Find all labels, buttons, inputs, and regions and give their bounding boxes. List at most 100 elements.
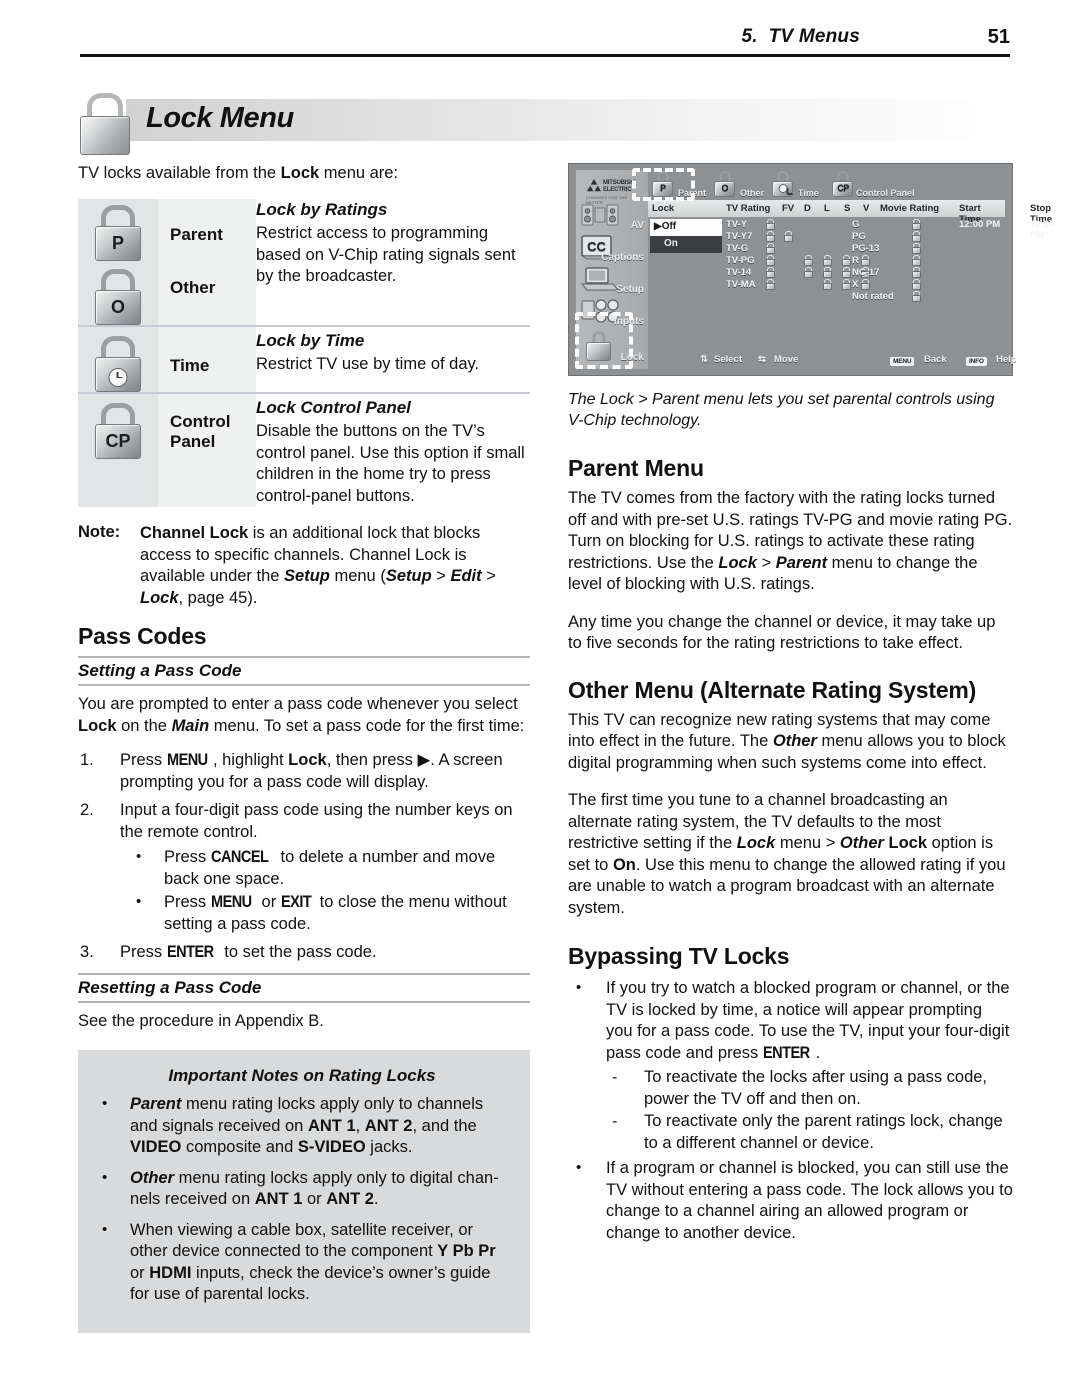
movie-lock-icon[interactable] xyxy=(912,219,921,230)
movie-lock-icon[interactable] xyxy=(912,231,921,242)
bullet-glyph: • xyxy=(102,1095,108,1112)
footer-select-label: Select xyxy=(714,354,742,365)
lock-onoff-selector[interactable]: ▶Off On xyxy=(650,219,722,253)
list-item: • When viewing a cable box, satellite re… xyxy=(90,1220,514,1306)
tab-badge: CP xyxy=(837,183,849,193)
tv-rating-row[interactable]: TV-PG xyxy=(726,255,755,266)
column-header-lock: Lock xyxy=(652,203,675,214)
sidebar-item-label: Setup xyxy=(616,284,644,295)
control-panel-lock-icon: CP xyxy=(78,394,158,459)
other-menu-heading: Other Menu (Alternate Rating System) xyxy=(568,676,977,703)
important-note-text: When viewing a cable box, satellite rece… xyxy=(130,1220,496,1304)
control-panel-lock-icon: CP xyxy=(832,171,854,197)
movie-rating-row[interactable]: PG-13 xyxy=(852,243,879,254)
tv-rating-row[interactable]: TV-G xyxy=(726,243,748,254)
step-number: 2. xyxy=(80,801,94,819)
locks-icon-cell: CP xyxy=(78,391,158,507)
stop-time-value[interactable]: 12:00 PM xyxy=(1030,219,1054,241)
movie-lock-icon[interactable] xyxy=(912,291,921,302)
d-lock-icon[interactable] xyxy=(804,255,813,266)
movie-rating-row[interactable]: X xyxy=(852,279,858,290)
movie-rating-row[interactable]: NC-17 xyxy=(852,267,879,278)
s-lock-icon[interactable] xyxy=(842,279,851,290)
lock-option-on[interactable]: On xyxy=(650,236,722,253)
l-lock-icon[interactable] xyxy=(823,267,832,278)
important-notes-box: Important Notes on Rating Locks • Parent… xyxy=(78,1050,530,1333)
column-header-s: S xyxy=(844,203,851,214)
movie-rating-row[interactable]: PG xyxy=(852,231,866,242)
parent-menu-paragraph-1: The TV comes from the factory with the r… xyxy=(568,489,1013,593)
sidebar-item-label: AV xyxy=(630,220,644,231)
time-lock-icon xyxy=(78,327,158,392)
table-row: Time Lock by Time Restrict TV use by tim… xyxy=(78,324,530,393)
sidebar-item-av[interactable]: AV xyxy=(580,202,646,232)
bullet-glyph: • xyxy=(576,979,582,996)
rating-lock-icon[interactable] xyxy=(766,279,775,290)
l-lock-icon[interactable] xyxy=(823,279,832,290)
v-lock-icon[interactable] xyxy=(861,279,870,290)
lock-desc-body: Restrict TV use by time of day. xyxy=(256,355,480,373)
other-menu-paragraph-2: The first time you tune to a channel bro… xyxy=(568,791,1006,917)
fv-lock-icon[interactable] xyxy=(784,231,793,242)
resetting-pass-code-heading: Resetting a Pass Code xyxy=(78,972,530,1003)
lock-name-other: Other xyxy=(170,277,216,297)
tv-menu-main: P Parent O Other Time CP Control Panel L… xyxy=(648,170,1054,369)
sub-step-text: Press MENU or EXIT to close the menu wit… xyxy=(164,893,507,933)
locks-name-cell: Time xyxy=(158,324,256,393)
intro-after: menu are: xyxy=(319,164,399,182)
column-header-movie-rating: Movie Rating xyxy=(880,203,940,214)
s-lock-icon[interactable] xyxy=(842,255,851,266)
footer-back-label: Back xyxy=(924,354,947,365)
dash-glyph: - xyxy=(612,1113,618,1130)
s-lock-icon[interactable] xyxy=(842,267,851,278)
d-lock-icon[interactable] xyxy=(804,267,813,278)
l-lock-icon[interactable] xyxy=(823,255,832,266)
movie-lock-icon[interactable] xyxy=(912,279,921,290)
lock-desc-body: Disable the buttons on the TV’s control … xyxy=(256,422,525,505)
bypassing-dash-1: To reactivate the locks after using a pa… xyxy=(644,1068,988,1108)
manual-page: 5. TV Menus 51 Lock Menu TV locks availa… xyxy=(0,0,1080,1397)
locks-desc-cell: Lock by Ratings Restrict access to progr… xyxy=(256,198,530,326)
lock-desc-heading: Lock by Ratings xyxy=(256,199,388,219)
v-lock-icon[interactable] xyxy=(861,255,870,266)
movie-lock-icon[interactable] xyxy=(912,255,921,266)
lock-body xyxy=(80,116,130,155)
rating-lock-icon[interactable] xyxy=(766,255,775,266)
time-lock-glyph xyxy=(95,335,141,392)
mitsubishi-triangles-icon xyxy=(587,179,601,192)
list-item: • Press MENU or EXIT to close the menu w… xyxy=(120,892,530,935)
locks-icon-cell xyxy=(78,324,158,393)
rating-lock-icon[interactable] xyxy=(766,219,775,230)
rating-lock-icon[interactable] xyxy=(766,267,775,278)
parent-menu-paragraph-2: Any time you change the channel or devic… xyxy=(568,612,996,653)
movie-rating-row[interactable]: G xyxy=(852,219,859,230)
sidebar-item-label: Captions xyxy=(601,252,644,263)
tv-rating-row[interactable]: TV-14 xyxy=(726,267,751,278)
setting-pass-code-heading: Setting a Pass Code xyxy=(78,656,530,686)
rating-lock-icon[interactable] xyxy=(766,243,775,254)
sidebar-item-setup[interactable]: Setup xyxy=(580,266,646,296)
rating-lock-icon[interactable] xyxy=(766,231,775,242)
sidebar-item-captions[interactable]: CC Captions xyxy=(580,234,646,264)
tv-rating-row[interactable]: TV-MA xyxy=(726,279,756,290)
tv-menu-screenshot: MITSUBISHI ELECTRIC CHANGES FOR THE BETT… xyxy=(568,163,1054,376)
tv-rating-row[interactable]: TV-Y7 xyxy=(726,231,752,242)
step-number: 1. xyxy=(80,751,94,769)
highlight-lock-sidebar xyxy=(575,312,633,369)
movie-rating-row[interactable]: Not rated xyxy=(852,291,894,302)
tab-label: Time xyxy=(798,188,819,198)
pass-codes-heading: Pass Codes xyxy=(78,623,207,649)
lock-option-off[interactable]: ▶Off xyxy=(650,219,722,236)
page-title: Lock Menu xyxy=(146,102,294,134)
tv-rating-row[interactable]: TV-Y xyxy=(726,219,747,230)
movie-lock-icon[interactable] xyxy=(912,243,921,254)
shackle xyxy=(719,171,731,181)
movie-lock-icon[interactable] xyxy=(912,267,921,278)
step-number: 3. xyxy=(80,943,94,961)
highlight-parent-tab xyxy=(632,168,695,201)
sub-step-text: Press CANCEL to delete a number and move… xyxy=(164,848,496,888)
start-time-value[interactable]: 12:00 PM xyxy=(959,219,1000,230)
movie-rating-row[interactable]: R xyxy=(852,255,859,266)
bullet-glyph: • xyxy=(136,848,142,865)
lock-name-time: Time xyxy=(170,355,210,375)
